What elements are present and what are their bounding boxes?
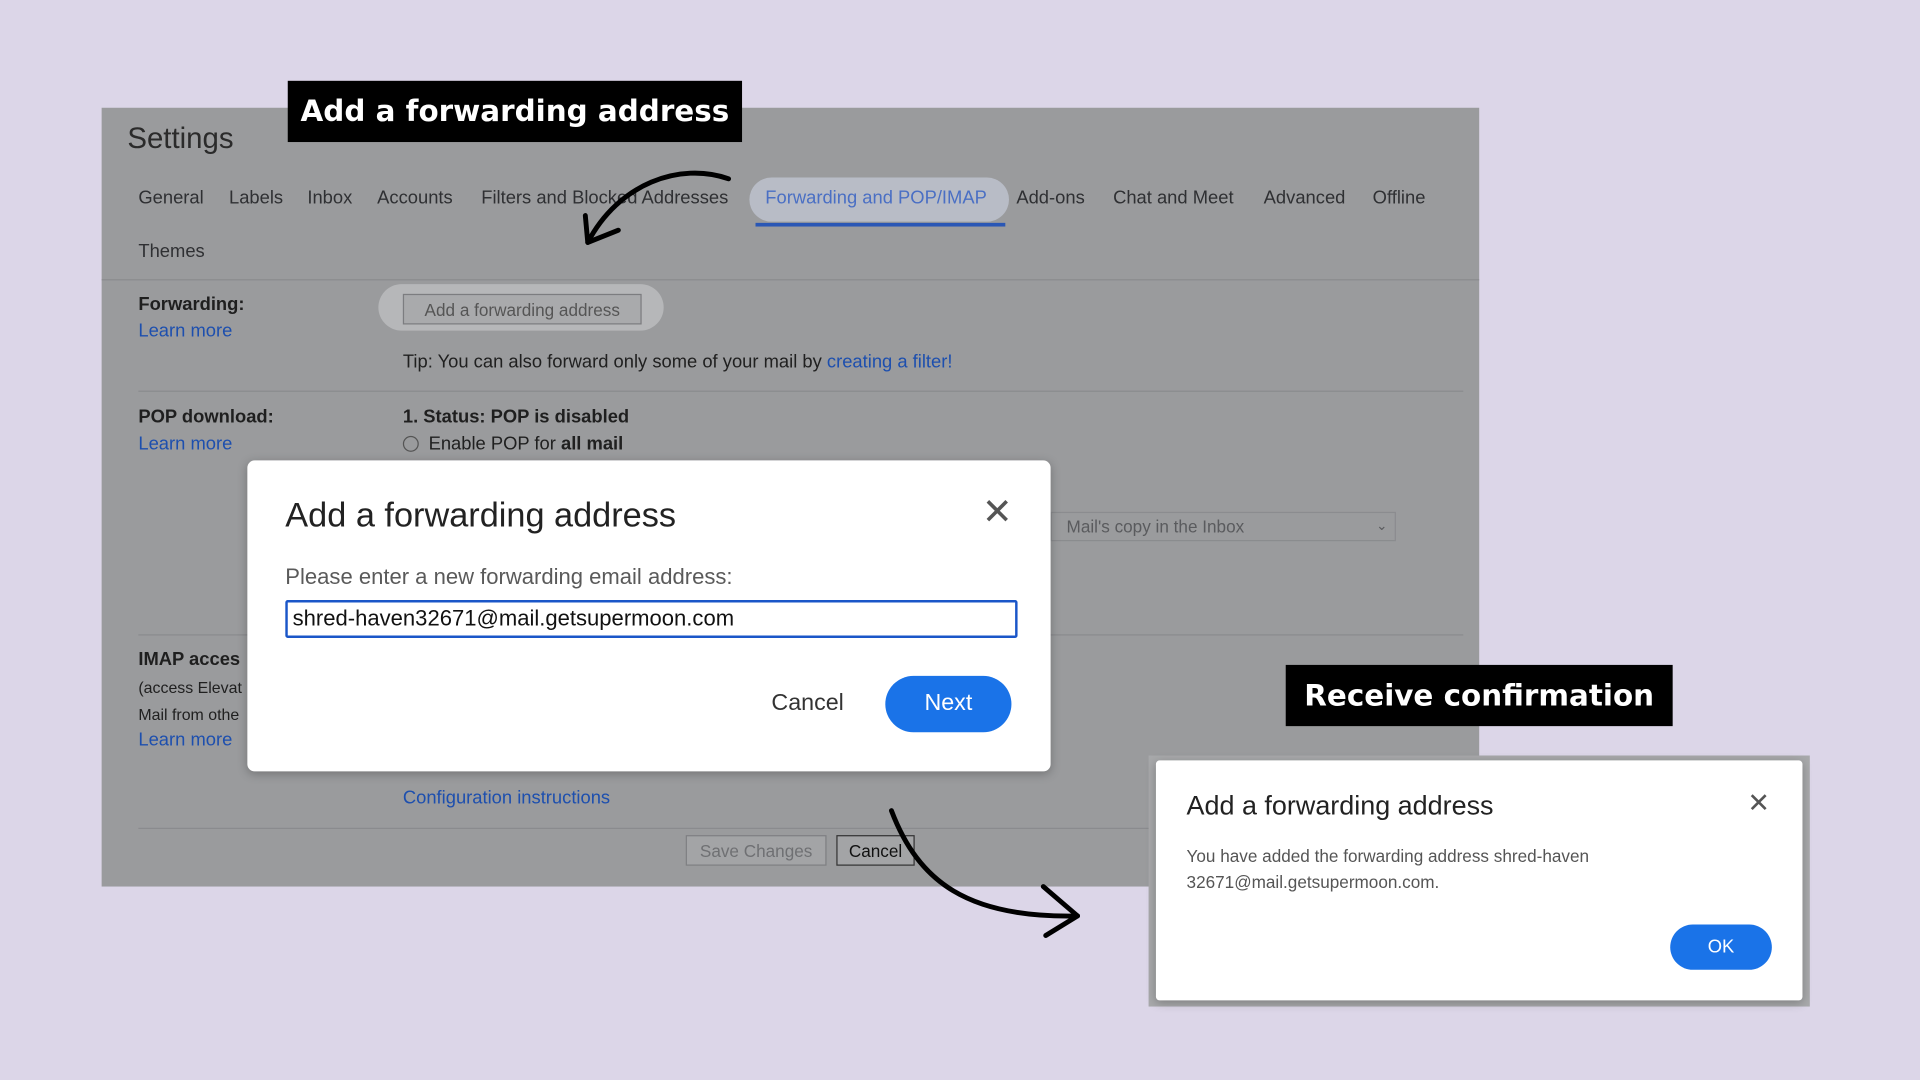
annotation-arrows xyxy=(582,170,1081,938)
tutorial-canvas: Settings General Labels Inbox Accounts F… xyxy=(0,0,1920,1080)
arrow-to-button-icon xyxy=(582,170,732,245)
arrow-to-confirmation-icon xyxy=(888,808,1081,938)
